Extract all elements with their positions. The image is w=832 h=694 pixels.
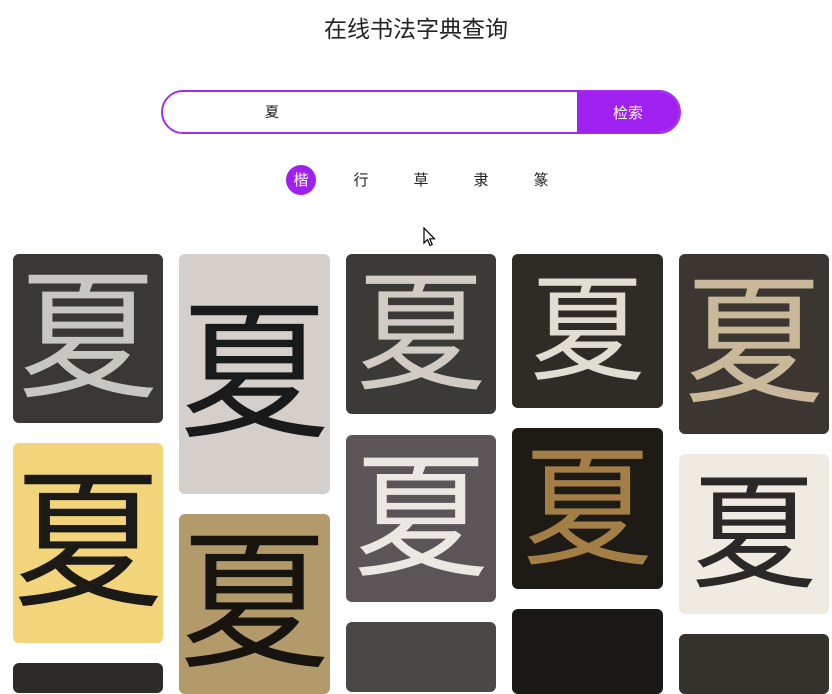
glyph: 夏 xyxy=(13,456,163,630)
calligraphy-result-card[interactable]: 夏 xyxy=(346,435,496,602)
tab-zhuan[interactable]: 篆 xyxy=(526,165,556,195)
glyph: 夏 xyxy=(353,440,489,597)
calligraphy-result-card[interactable]: 夏 xyxy=(679,454,829,614)
glyph: 夏 xyxy=(691,461,817,607)
tab-li[interactable]: 隶 xyxy=(466,165,496,195)
tab-kai[interactable]: 楷 xyxy=(286,165,316,195)
calligraphy-result-card[interactable]: 夏 xyxy=(512,428,663,589)
calligraphy-result-card[interactable]: 夏 xyxy=(512,254,663,408)
glyph: 夏 xyxy=(179,517,330,691)
calligraphy-result-card[interactable]: 夏 xyxy=(13,443,163,643)
calligraphy-result-card[interactable] xyxy=(512,609,663,694)
glyph: 夏 xyxy=(529,263,645,398)
calligraphy-result-card[interactable]: 夏 xyxy=(179,254,330,494)
tab-cao[interactable]: 草 xyxy=(406,165,436,195)
glyph: 夏 xyxy=(522,432,653,585)
glyph: 夏 xyxy=(179,287,330,461)
script-style-tabs: 楷 行 草 隶 篆 xyxy=(286,165,586,195)
calligraphy-result-card[interactable] xyxy=(679,634,829,694)
calligraphy-result-card[interactable]: 夏 xyxy=(679,254,829,434)
mouse-pointer-icon xyxy=(423,227,436,247)
page-title: 在线书法字典查询 xyxy=(324,17,508,43)
glyph: 夏 xyxy=(683,262,824,425)
search-input[interactable] xyxy=(163,92,577,132)
tab-xing[interactable]: 行 xyxy=(346,165,376,195)
calligraphy-result-card[interactable]: 夏 xyxy=(179,514,330,694)
calligraphy-result-card[interactable]: 夏 xyxy=(13,254,163,423)
glyph: 夏 xyxy=(17,256,158,420)
calligraphy-result-card[interactable] xyxy=(13,663,163,693)
calligraphy-result-card[interactable]: 夏 xyxy=(346,254,496,414)
search-bar: 检索 xyxy=(161,90,681,134)
calligraphy-result-card[interactable] xyxy=(346,622,496,692)
glyph: 夏 xyxy=(355,258,486,410)
search-button[interactable]: 检索 xyxy=(577,92,679,132)
